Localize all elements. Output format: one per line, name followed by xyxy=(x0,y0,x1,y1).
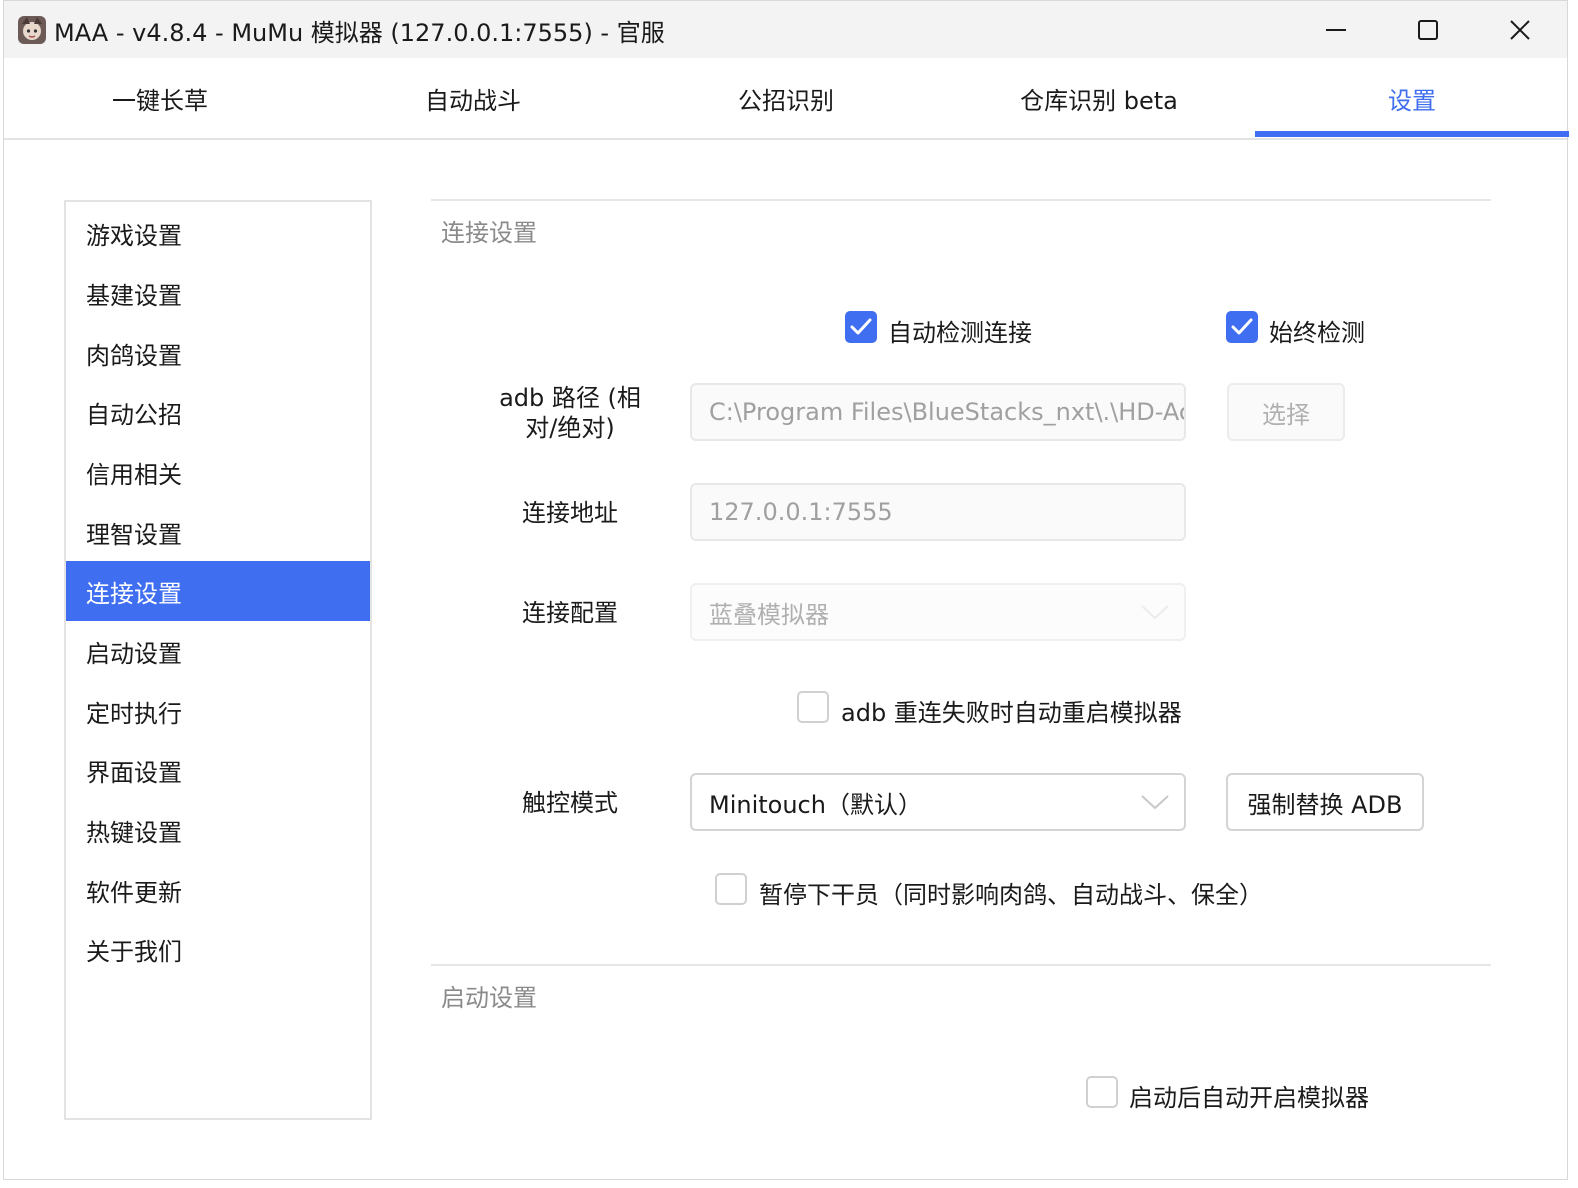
title-bar: MAA - v4.8.4 - MuMu 模拟器 (127.0.0.1:7555)… xyxy=(4,1,1567,58)
maximize-button[interactable] xyxy=(1382,1,1474,58)
tab-recruit[interactable]: 公招识别 xyxy=(630,58,942,138)
adb-restart-checkbox[interactable] xyxy=(797,691,829,723)
force-replace-adb-button[interactable]: 强制替换 ADB xyxy=(1226,773,1424,831)
tab-one-click[interactable]: 一键长草 xyxy=(4,58,316,138)
adb-path-input[interactable]: C:\Program Files\BlueStacks_nxt\.\HD-Ac xyxy=(690,383,1186,441)
sidebar-item-schedule[interactable]: 定时执行 xyxy=(66,681,370,741)
tab-settings[interactable]: 设置 xyxy=(1256,58,1568,138)
close-button[interactable] xyxy=(1474,1,1566,58)
maximize-icon xyxy=(1418,19,1438,40)
minimize-icon xyxy=(1326,28,1346,31)
config-select[interactable]: 蓝叠模拟器 xyxy=(690,583,1186,641)
close-icon xyxy=(1510,19,1530,40)
sidebar-item-ui[interactable]: 界面设置 xyxy=(66,740,370,800)
auto-start-emulator-label: 启动后自动开启模拟器 xyxy=(1129,1084,1369,1112)
chevron-down-icon xyxy=(1141,795,1169,810)
adb-restart-label: adb 重连失败时自动重启模拟器 xyxy=(841,699,1182,727)
adb-path-label-line1: adb 路径 (相 xyxy=(499,384,641,412)
checkmark-icon xyxy=(1231,318,1253,335)
touch-mode-select[interactable]: Minitouch（默认） xyxy=(690,773,1186,831)
sidebar-item-game[interactable]: 游戏设置 xyxy=(66,203,370,263)
main-tab-bar: 一键长草 自动战斗 公招识别 仓库识别 beta 设置 xyxy=(4,58,1567,140)
tab-auto-battle[interactable]: 自动战斗 xyxy=(317,58,629,138)
chevron-down-icon xyxy=(1141,605,1169,620)
sidebar-item-connection[interactable]: 连接设置 xyxy=(66,561,370,621)
address-input[interactable]: 127.0.0.1:7555 xyxy=(690,483,1186,541)
minimize-button[interactable] xyxy=(1290,1,1382,58)
sidebar-item-sanity[interactable]: 理智设置 xyxy=(66,502,370,562)
config-label: 连接配置 xyxy=(522,599,618,627)
section-divider xyxy=(431,199,1491,201)
section-title-connection: 连接设置 xyxy=(441,219,537,247)
address-label: 连接地址 xyxy=(522,499,618,527)
tab-depot[interactable]: 仓库识别 beta xyxy=(943,58,1255,138)
sidebar-item-recruit[interactable]: 自动公招 xyxy=(66,382,370,442)
pause-operator-checkbox[interactable] xyxy=(715,873,747,905)
section-title-startup: 启动设置 xyxy=(441,984,537,1012)
sidebar-item-infrast[interactable]: 基建设置 xyxy=(66,263,370,323)
active-tab-indicator xyxy=(1255,131,1569,137)
sidebar-item-startup[interactable]: 启动设置 xyxy=(66,621,370,681)
sidebar-item-roguelike[interactable]: 肉鸽设置 xyxy=(66,323,370,383)
app-window: MAA - v4.8.4 - MuMu 模拟器 (127.0.0.1:7555)… xyxy=(3,0,1569,1180)
adb-path-label: adb 路径 (相 对/绝对) xyxy=(490,383,650,443)
settings-sidebar: 游戏设置 基建设置 肉鸽设置 自动公招 信用相关 理智设置 连接设置 启动设置 … xyxy=(64,200,372,1120)
touch-mode-select-value: Minitouch（默认） xyxy=(709,790,922,819)
sidebar-item-hotkeys[interactable]: 热键设置 xyxy=(66,800,370,860)
always-detect-checkbox[interactable] xyxy=(1226,311,1258,343)
sidebar-item-credit[interactable]: 信用相关 xyxy=(66,442,370,502)
checkmark-icon xyxy=(850,318,872,335)
auto-detect-checkbox[interactable] xyxy=(845,311,877,343)
select-adb-button[interactable]: 选择 xyxy=(1227,383,1345,441)
pause-operator-label: 暂停下干员（同时影响肉鸽、自动战斗、保全） xyxy=(759,881,1263,909)
window-title: MAA - v4.8.4 - MuMu 模拟器 (127.0.0.1:7555)… xyxy=(54,19,665,47)
adb-path-label-line2: 对/绝对) xyxy=(525,414,615,442)
config-select-value: 蓝叠模拟器 xyxy=(709,600,829,629)
sidebar-item-update[interactable]: 软件更新 xyxy=(66,860,370,920)
always-detect-label: 始终检测 xyxy=(1269,319,1365,347)
auto-detect-label: 自动检测连接 xyxy=(888,319,1032,347)
section-divider xyxy=(431,964,1491,966)
sidebar-item-about[interactable]: 关于我们 xyxy=(66,919,370,979)
auto-start-emulator-checkbox[interactable] xyxy=(1086,1076,1118,1108)
touch-mode-label: 触控模式 xyxy=(522,789,618,817)
app-logo-icon xyxy=(16,14,48,46)
